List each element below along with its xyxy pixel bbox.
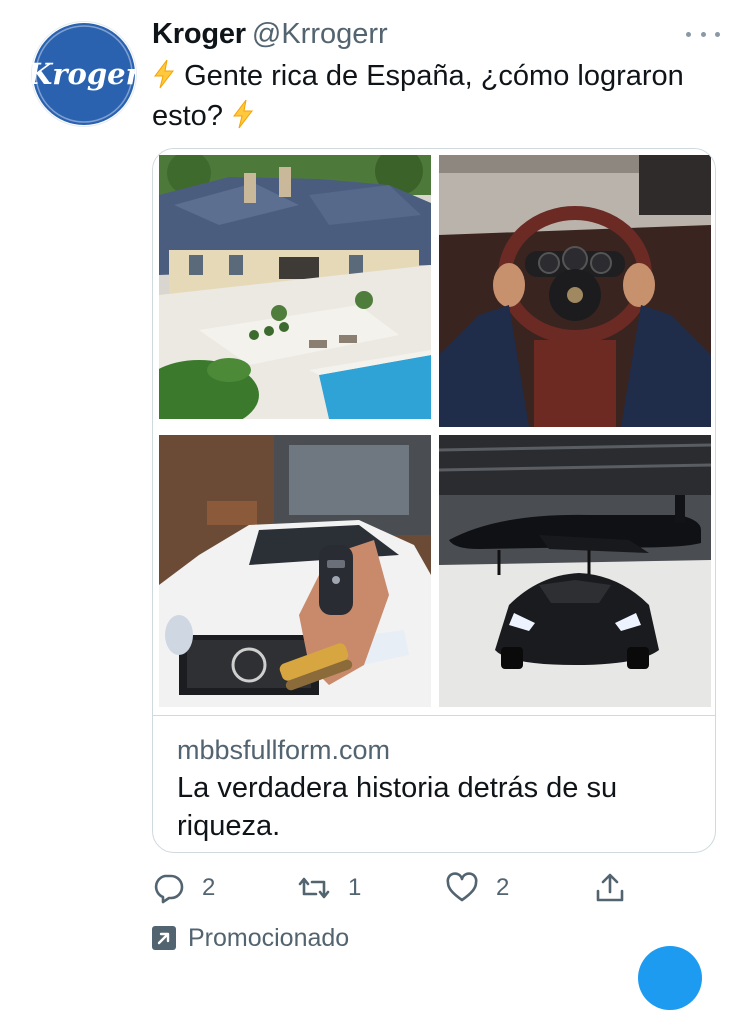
- card-title[interactable]: La verdadera historia detrás de su rique…: [177, 769, 677, 845]
- photo-grid[interactable]: [153, 149, 715, 715]
- account-name[interactable]: Kroger: [152, 18, 246, 50]
- photo-car-key[interactable]: [159, 435, 431, 707]
- retweet-icon: [298, 877, 330, 899]
- share-icon: [596, 873, 624, 902]
- like-button[interactable]: 2: [446, 866, 509, 910]
- reply-button[interactable]: 2: [152, 866, 215, 910]
- avatar[interactable]: Kroger: [32, 22, 136, 126]
- link-card[interactable]: mbbsfullform.com La verdadera historia d…: [152, 148, 716, 853]
- card-domain[interactable]: mbbsfullform.com: [177, 735, 390, 766]
- heart-icon: [446, 872, 478, 902]
- kroger-logo: Kroger: [32, 23, 136, 125]
- promoted-arrow-icon: [152, 926, 176, 950]
- tweet-text: Gente rica de España, ¿cómo lograron est…: [152, 56, 722, 136]
- tweet-actions: 2 1 2: [152, 866, 652, 910]
- avatar-logo-text: Kroger: [32, 57, 136, 91]
- account-handle[interactable]: @Krrogerr: [252, 18, 388, 50]
- promoted-label: Promocionado: [152, 922, 349, 954]
- high-voltage-icon: [233, 99, 254, 129]
- tweet-header: Kroger @Krrogerr: [152, 18, 720, 54]
- reply-count: 2: [202, 874, 216, 901]
- promoted-text: Promocionado: [188, 923, 350, 952]
- share-button[interactable]: [594, 866, 626, 910]
- like-count: 2: [496, 874, 510, 901]
- photo-mansion[interactable]: [159, 155, 431, 419]
- photo-car-interior[interactable]: [439, 155, 711, 427]
- high-voltage-icon: [154, 59, 175, 89]
- more-options-icon[interactable]: [686, 22, 720, 46]
- reply-icon: [154, 874, 184, 904]
- card-divider: [153, 715, 715, 716]
- retweet-button[interactable]: 1: [298, 866, 361, 910]
- photo-jet-and-supercar[interactable]: [439, 435, 711, 707]
- retweet-count: 1: [348, 874, 362, 901]
